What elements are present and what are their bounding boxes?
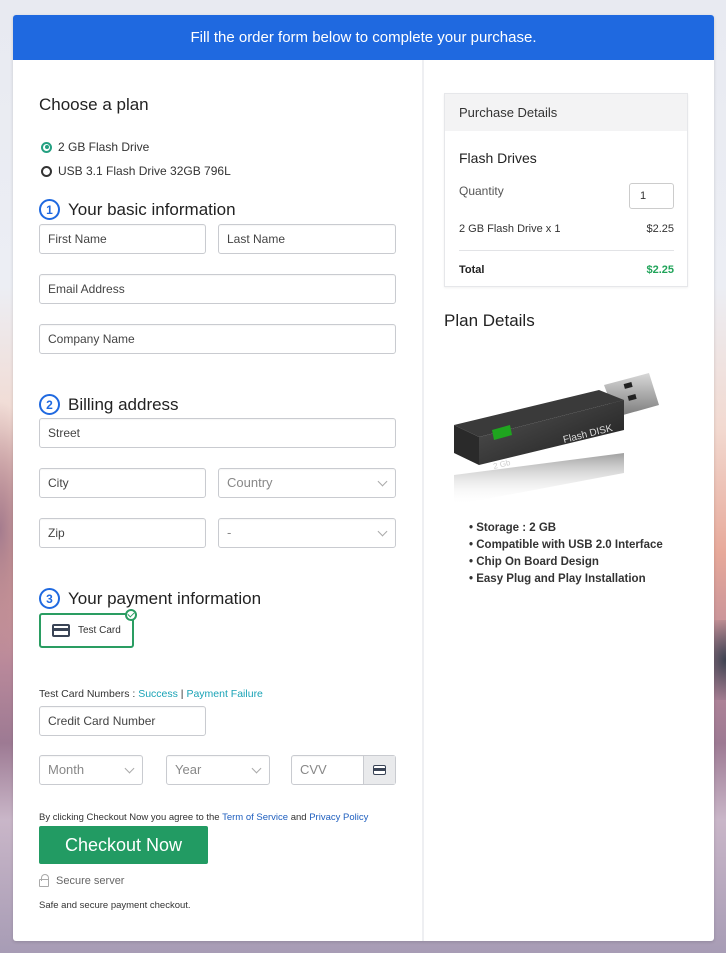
purchase-details-panel: Purchase Details Flash Drives Quantity 1… bbox=[444, 93, 688, 287]
chevron-down-icon bbox=[124, 763, 135, 774]
quantity-input[interactable]: 1 bbox=[629, 183, 674, 209]
success-link[interactable]: Success bbox=[138, 688, 178, 700]
choose-plan-heading: Choose a plan bbox=[39, 95, 149, 114]
summary-column: Purchase Details Flash Drives Quantity 1… bbox=[424, 60, 714, 941]
cvv-input[interactable]: CVV bbox=[291, 755, 396, 785]
plan-option-2gb[interactable]: 2 GB Flash Drive bbox=[41, 140, 149, 154]
checkout-button[interactable]: Checkout Now bbox=[39, 826, 208, 864]
usb-flash-drive-image: Flash DISK 2 Gb bbox=[454, 373, 659, 505]
country-select[interactable]: Country bbox=[218, 468, 396, 498]
quantity-label: Quantity bbox=[459, 184, 504, 198]
credit-card-icon bbox=[52, 624, 70, 637]
total-row: Total $2.25 bbox=[459, 264, 674, 276]
plan-option-label: USB 3.1 Flash Drive 32GB 796L bbox=[58, 164, 231, 178]
month-select-value: Month bbox=[48, 762, 85, 777]
chevron-down-icon bbox=[377, 526, 388, 537]
credit-card-icon bbox=[373, 765, 386, 775]
cvv-placeholder: CVV bbox=[300, 762, 327, 777]
safe-checkout-text: Safe and secure payment checkout. bbox=[39, 900, 191, 911]
chevron-down-icon bbox=[251, 763, 262, 774]
plan-option-32gb[interactable]: USB 3.1 Flash Drive 32GB 796L bbox=[41, 164, 231, 178]
line-item-price: $2.25 bbox=[646, 223, 674, 235]
step-number-icon: 3 bbox=[39, 588, 60, 609]
feature-item: Easy Plug and Play Installation bbox=[469, 571, 663, 588]
feature-item: Storage : 2 GB bbox=[469, 520, 663, 537]
test-card-option[interactable]: Test Card bbox=[39, 609, 137, 648]
product-title: Flash Drives bbox=[459, 150, 537, 166]
year-select[interactable]: Year bbox=[166, 755, 270, 785]
billing-heading: 2 Billing address bbox=[39, 394, 179, 415]
step-number-icon: 2 bbox=[39, 394, 60, 415]
year-select-value: Year bbox=[175, 762, 202, 777]
step-number-icon: 1 bbox=[39, 199, 60, 220]
total-amount: $2.25 bbox=[646, 264, 674, 276]
banner: Fill the order form below to complete yo… bbox=[13, 15, 714, 60]
payment-heading: 3 Your payment information bbox=[39, 588, 261, 609]
state-select[interactable]: - bbox=[218, 518, 396, 548]
secure-server-label: Secure server bbox=[56, 875, 125, 887]
country-select-value: Country bbox=[227, 475, 273, 490]
check-circle-icon bbox=[125, 609, 137, 621]
feature-item: Compatible with USB 2.0 Interface bbox=[469, 537, 663, 554]
last-name-input[interactable]: Last Name bbox=[218, 224, 396, 254]
state-select-value: - bbox=[227, 525, 232, 540]
street-input[interactable]: Street bbox=[39, 418, 396, 448]
agreement-middle: and bbox=[288, 812, 310, 823]
credit-card-number-input[interactable]: Credit Card Number bbox=[39, 706, 206, 736]
radio-unselected-icon[interactable] bbox=[41, 165, 52, 177]
email-input[interactable]: Email Address bbox=[39, 274, 396, 304]
section-title: Your basic information bbox=[68, 199, 236, 219]
basic-info-heading: 1 Your basic information bbox=[39, 199, 236, 220]
month-select[interactable]: Month bbox=[39, 755, 143, 785]
line-item-name: 2 GB Flash Drive x 1 bbox=[459, 223, 561, 235]
company-input[interactable]: Company Name bbox=[39, 324, 396, 354]
line-item: 2 GB Flash Drive x 1 $2.25 bbox=[459, 223, 674, 235]
privacy-link[interactable]: Privacy Policy bbox=[309, 812, 368, 823]
lock-icon bbox=[39, 874, 49, 887]
purchase-details-heading: Purchase Details bbox=[445, 94, 687, 131]
separator bbox=[459, 250, 674, 251]
agreement-text: By clicking Checkout Now you agree to th… bbox=[39, 812, 368, 823]
radio-selected-icon[interactable] bbox=[41, 141, 52, 153]
terms-link[interactable]: Term of Service bbox=[222, 812, 288, 823]
section-title: Billing address bbox=[68, 394, 179, 414]
plan-details-heading: Plan Details bbox=[444, 311, 535, 330]
total-label: Total bbox=[459, 264, 485, 276]
test-card-label: Test Card bbox=[78, 625, 121, 636]
cvv-card-button[interactable] bbox=[363, 756, 395, 784]
test-card-numbers-label: Test Card Numbers : bbox=[39, 688, 139, 700]
feature-item: Chip On Board Design bbox=[469, 554, 663, 571]
plan-features-list: Storage : 2 GB Compatible with USB 2.0 I… bbox=[469, 520, 663, 588]
order-form-card: Fill the order form below to complete yo… bbox=[13, 15, 714, 941]
city-input[interactable]: City bbox=[39, 468, 206, 498]
secure-server: Secure server bbox=[39, 874, 125, 887]
section-title: Your payment information bbox=[68, 588, 262, 608]
test-card-numbers: Test Card Numbers : Success | Payment Fa… bbox=[39, 688, 263, 700]
agreement-prefix: By clicking Checkout Now you agree to th… bbox=[39, 812, 223, 823]
payment-failure-link[interactable]: Payment Failure bbox=[186, 688, 262, 700]
plan-option-label: 2 GB Flash Drive bbox=[58, 140, 150, 154]
order-form: Choose a plan 2 GB Flash Drive USB 3.1 F… bbox=[13, 60, 422, 941]
first-name-input[interactable]: First Name bbox=[39, 224, 206, 254]
chevron-down-icon bbox=[377, 476, 388, 487]
zip-input[interactable]: Zip bbox=[39, 518, 206, 548]
